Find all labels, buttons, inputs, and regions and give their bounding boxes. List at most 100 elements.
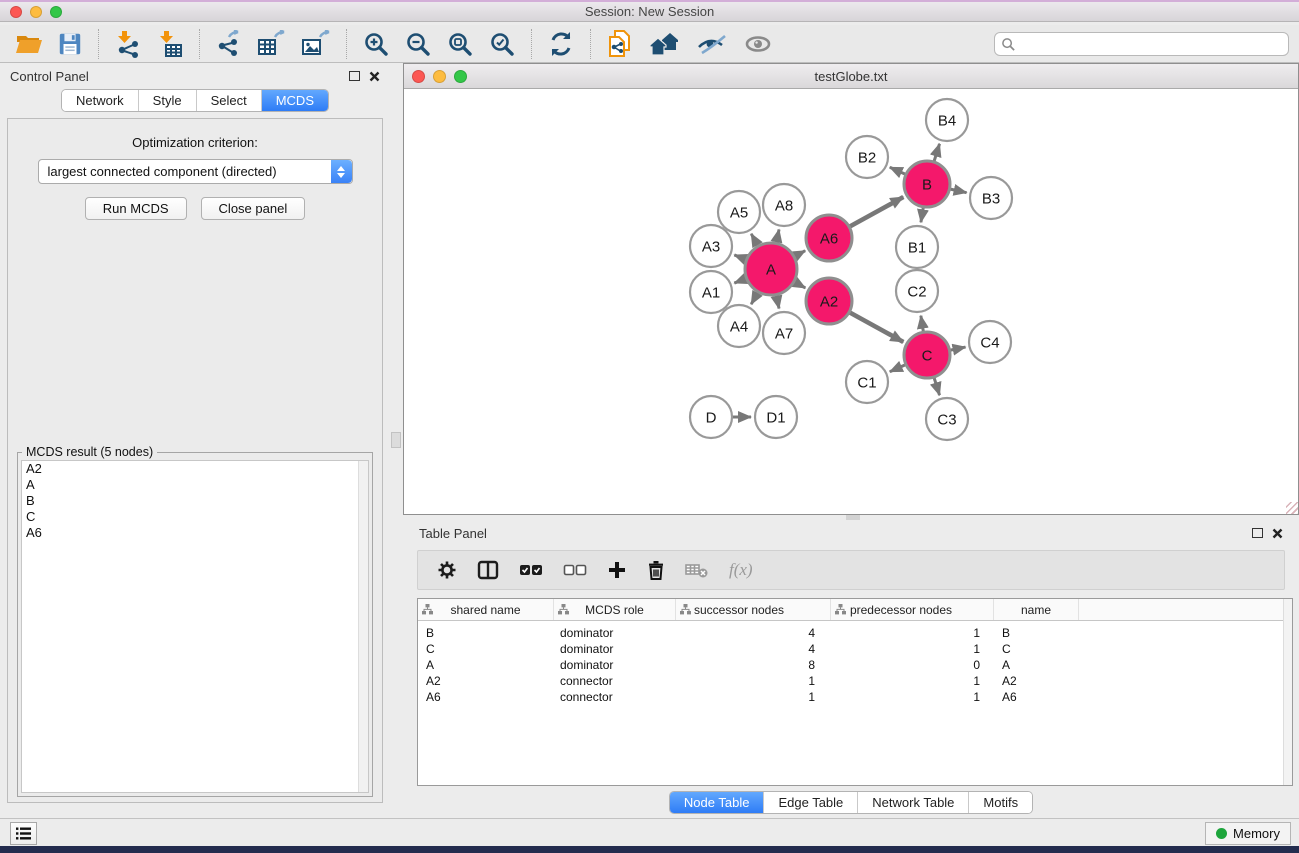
graph-edge-C-C1[interactable] bbox=[890, 365, 905, 372]
zoom-fit-button[interactable] bbox=[439, 27, 481, 61]
list-item[interactable]: B bbox=[22, 493, 368, 509]
run-mcds-button[interactable]: Run MCDS bbox=[85, 197, 187, 220]
delete-column-button[interactable] bbox=[640, 554, 672, 586]
save-session-button[interactable] bbox=[50, 27, 90, 61]
graph-node-label-C4: C4 bbox=[980, 334, 999, 351]
graph-edge-A2-C[interactable] bbox=[850, 313, 903, 342]
table-cell: dominator bbox=[554, 658, 676, 672]
column-header-successor-nodes[interactable]: successor nodes bbox=[676, 599, 831, 620]
graph-edge-A-A6[interactable] bbox=[795, 251, 805, 257]
graph-edge-C-C4[interactable] bbox=[951, 347, 966, 350]
table-cell: 1 bbox=[676, 674, 831, 688]
column-label: MCDS role bbox=[585, 603, 644, 617]
delete-table-button[interactable] bbox=[678, 554, 716, 586]
create-column-button[interactable] bbox=[600, 554, 634, 586]
graph-edge-A-A1[interactable] bbox=[734, 279, 745, 283]
graph-edge-B-B2[interactable] bbox=[890, 167, 905, 174]
graph-edge-B-B4[interactable] bbox=[934, 144, 939, 161]
tab-network-table[interactable]: Network Table bbox=[857, 792, 968, 813]
network-frame-titlebar[interactable]: testGlobe.txt bbox=[404, 64, 1298, 89]
mcds-result-list[interactable]: A2ABCA6 bbox=[21, 460, 369, 793]
graph-edge-C-C2[interactable] bbox=[921, 316, 923, 332]
search-field[interactable] bbox=[994, 32, 1289, 56]
hide-selected-button[interactable] bbox=[689, 27, 735, 61]
control-panel: Control Panel Network Style Select MCDS … bbox=[0, 63, 390, 818]
show-columns-button[interactable] bbox=[470, 554, 506, 586]
tab-motifs[interactable]: Motifs bbox=[968, 792, 1032, 813]
tab-network[interactable]: Network bbox=[62, 90, 138, 111]
graph-edge-C-C3[interactable] bbox=[934, 378, 939, 395]
network-graph[interactable]: AA6A2BCA1A3A5A8A4A7B1B2B3B4C1C2C3C4DD1 bbox=[404, 89, 1298, 514]
column-header-predecessor-nodes[interactable]: predecessor nodes bbox=[831, 599, 994, 620]
memory-label: Memory bbox=[1233, 826, 1280, 841]
table-cell: 4 bbox=[676, 642, 831, 656]
refresh-layout-button[interactable] bbox=[540, 27, 582, 61]
list-item[interactable]: C bbox=[22, 509, 368, 525]
list-item[interactable]: A2 bbox=[22, 461, 368, 477]
desktop-background-strip bbox=[0, 846, 1299, 853]
zoom-selected-button[interactable] bbox=[481, 27, 523, 61]
frame-resize-grip[interactable] bbox=[1286, 502, 1298, 514]
clone-network-button[interactable] bbox=[599, 27, 641, 61]
memory-button[interactable]: Memory bbox=[1205, 822, 1291, 845]
list-item[interactable]: A bbox=[22, 477, 368, 493]
float-panel-icon[interactable] bbox=[1252, 528, 1263, 538]
close-panel-button[interactable]: Close panel bbox=[201, 197, 306, 220]
graph-node-label-C: C bbox=[922, 347, 933, 364]
zoom-out-button[interactable] bbox=[397, 27, 439, 61]
export-network-button[interactable] bbox=[208, 27, 250, 61]
graph-edge-A6-B[interactable] bbox=[850, 197, 903, 226]
table-row[interactable]: A2connector11A2 bbox=[418, 673, 1292, 689]
save-floppy-icon bbox=[57, 31, 83, 57]
table-row[interactable]: Adominator80A bbox=[418, 657, 1292, 673]
criterion-dropdown[interactable]: largest connected component (directed) bbox=[38, 159, 353, 184]
network-canvas[interactable]: AA6A2BCA1A3A5A8A4A7B1B2B3B4C1C2C3C4DD1 bbox=[404, 89, 1298, 514]
table-settings-button[interactable] bbox=[430, 554, 464, 586]
table-panel: Table Panel f(x) bbox=[403, 520, 1299, 818]
tab-mcds[interactable]: MCDS bbox=[261, 90, 328, 111]
function-builder-button[interactable]: f(x) bbox=[722, 554, 760, 586]
search-input[interactable] bbox=[1016, 37, 1288, 52]
list-item[interactable]: A6 bbox=[22, 525, 368, 541]
graph-node-label-A2: A2 bbox=[820, 293, 838, 310]
list-scrollbar[interactable] bbox=[358, 461, 368, 792]
export-image-button[interactable] bbox=[294, 27, 338, 61]
show-all-button[interactable] bbox=[735, 27, 781, 61]
trash-icon bbox=[647, 560, 665, 580]
export-table-button[interactable] bbox=[250, 27, 294, 61]
graph-edge-A-A8[interactable] bbox=[776, 229, 779, 242]
import-network-button[interactable] bbox=[107, 27, 149, 61]
float-panel-icon[interactable] bbox=[349, 71, 360, 81]
zoom-in-button[interactable] bbox=[355, 27, 397, 61]
zoom-fit-icon bbox=[446, 30, 474, 58]
column-header-name[interactable]: name bbox=[994, 599, 1079, 620]
table-row[interactable]: A6connector11A6 bbox=[418, 689, 1292, 705]
open-session-button[interactable] bbox=[8, 27, 50, 61]
column-tree-icon bbox=[680, 604, 691, 615]
toolbar-separator bbox=[346, 29, 347, 59]
home-button[interactable] bbox=[641, 27, 689, 61]
close-panel-icon[interactable] bbox=[1272, 528, 1283, 539]
close-panel-icon[interactable] bbox=[369, 71, 380, 82]
column-header-shared-name[interactable]: shared name bbox=[418, 599, 554, 620]
import-table-button[interactable] bbox=[149, 27, 191, 61]
table-scrollbar[interactable] bbox=[1283, 599, 1292, 785]
tab-select[interactable]: Select bbox=[196, 90, 261, 111]
graph-edge-A-A5[interactable] bbox=[751, 234, 758, 246]
task-history-button[interactable] bbox=[10, 822, 37, 845]
tab-node-table[interactable]: Node Table bbox=[670, 792, 764, 813]
column-header-mcds-role[interactable]: MCDS role bbox=[554, 599, 676, 620]
graph-edge-B-B3[interactable] bbox=[950, 189, 966, 193]
graph-edge-A-A4[interactable] bbox=[751, 293, 758, 305]
graph-edge-B-B1[interactable] bbox=[921, 208, 923, 223]
graph-edge-A-A3[interactable] bbox=[734, 255, 745, 259]
tab-edge-table[interactable]: Edge Table bbox=[763, 792, 857, 813]
deselect-all-columns-button[interactable] bbox=[556, 554, 594, 586]
graph-edge-A-A7[interactable] bbox=[776, 295, 779, 308]
select-all-columns-button[interactable] bbox=[512, 554, 550, 586]
graph-edge-A-A2[interactable] bbox=[795, 282, 806, 288]
table-row[interactable]: Cdominator41C bbox=[418, 641, 1292, 657]
left-splitter-handle[interactable] bbox=[391, 432, 401, 448]
tab-style[interactable]: Style bbox=[138, 90, 196, 111]
table-row[interactable]: Bdominator41B bbox=[418, 625, 1292, 641]
